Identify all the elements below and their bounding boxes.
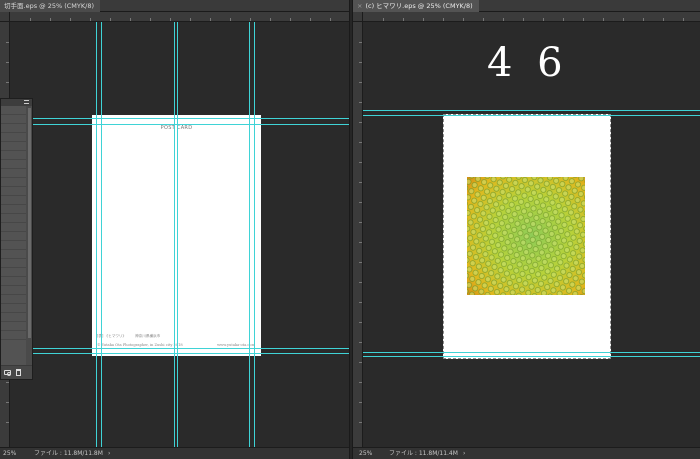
left-file-info: ファイル : 11.8M/11.8M bbox=[34, 450, 103, 457]
guide-vertical[interactable] bbox=[254, 22, 255, 447]
left-tab-bar: 切手面.eps @ 25% (CMYK/8) bbox=[0, 0, 349, 12]
guide-horizontal[interactable] bbox=[10, 353, 349, 354]
right-vertical-ruler[interactable] bbox=[353, 22, 363, 447]
left-ruler-corner bbox=[0, 12, 10, 22]
panel-menu-icon[interactable] bbox=[24, 100, 29, 104]
left-canvas[interactable]: POST CARD [表] 《ヒマワリ》 神奈川県横浜市 © Yutaka Ot… bbox=[10, 22, 349, 447]
guide-horizontal[interactable] bbox=[363, 356, 700, 357]
sunflower-image bbox=[467, 177, 585, 295]
photo-caption: [表] 《ヒマワリ》 神奈川県横浜市 bbox=[97, 334, 161, 338]
trash-icon[interactable] bbox=[16, 369, 21, 376]
camera-icon[interactable] bbox=[4, 370, 11, 376]
left-horizontal-ruler[interactable] bbox=[10, 12, 349, 22]
guide-horizontal[interactable] bbox=[363, 352, 700, 353]
right-tab-bar: × (c) ヒマワリ.eps @ 25% (CMYK/8) bbox=[353, 0, 700, 12]
right-canvas[interactable]: 4 6 bbox=[363, 22, 700, 447]
guide-horizontal[interactable] bbox=[10, 348, 349, 349]
left-document-tab[interactable]: 切手面.eps @ 25% (CMYK/8) bbox=[0, 0, 101, 12]
guide-vertical[interactable] bbox=[174, 22, 175, 447]
left-status-bar: 25% ファイル : 11.8M/11.8M › bbox=[0, 447, 349, 459]
right-horizontal-ruler[interactable] bbox=[363, 12, 700, 22]
left-document-window: 切手面.eps @ 25% (CMYK/8) POST CARD [表] 《ヒマ… bbox=[0, 0, 350, 459]
guide-horizontal[interactable] bbox=[10, 124, 349, 125]
panel-list[interactable] bbox=[1, 106, 26, 365]
right-document-tab[interactable]: × (c) ヒマワリ.eps @ 25% (CMYK/8) bbox=[353, 0, 479, 12]
right-document-window: × (c) ヒマワリ.eps @ 25% (CMYK/8) 4 6 25% ファ… bbox=[352, 0, 700, 459]
guide-vertical[interactable] bbox=[96, 22, 97, 447]
panel-footer bbox=[1, 365, 32, 379]
left-tab-title: 切手面.eps @ 25% (CMYK/8) bbox=[4, 2, 95, 10]
right-ruler-corner bbox=[353, 12, 363, 22]
guide-vertical[interactable] bbox=[177, 22, 178, 447]
right-file-info: ファイル : 11.8M/11.4M bbox=[389, 450, 458, 457]
right-status-arrow-icon[interactable]: › bbox=[463, 448, 465, 459]
right-tab-title: (c) ヒマワリ.eps @ 25% (CMYK/8) bbox=[365, 2, 473, 10]
guide-horizontal[interactable] bbox=[363, 115, 700, 116]
right-status-bar: 25% ファイル : 11.8M/11.4M › bbox=[353, 447, 700, 459]
left-zoom-level[interactable]: 25% bbox=[3, 448, 16, 459]
guide-vertical[interactable] bbox=[249, 22, 250, 447]
copyright-text: © Yutaka Ota Photographer, in Zushi city… bbox=[97, 343, 183, 347]
page-number-label: 4 6 bbox=[487, 40, 569, 86]
guide-horizontal[interactable] bbox=[10, 118, 349, 119]
close-tab-icon[interactable]: × bbox=[357, 0, 362, 12]
guide-horizontal[interactable] bbox=[363, 110, 700, 111]
right-zoom-level[interactable]: 25% bbox=[359, 448, 372, 459]
guide-vertical[interactable] bbox=[101, 22, 102, 447]
left-status-arrow-icon[interactable]: › bbox=[108, 448, 110, 459]
panel-scrollbar[interactable] bbox=[28, 108, 31, 338]
panel-header[interactable] bbox=[1, 99, 32, 106]
layers-panel[interactable] bbox=[0, 98, 33, 380]
